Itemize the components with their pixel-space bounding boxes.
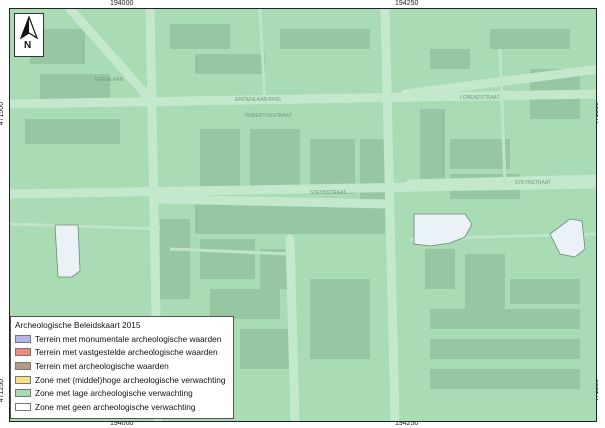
legend-label: Terrein met vastgestelde archeologische … bbox=[35, 347, 218, 358]
legend-items: Terrein met monumentale archeologische w… bbox=[15, 332, 229, 414]
legend-swatch bbox=[15, 375, 31, 384]
x-tick-top-1: 194000 bbox=[110, 0, 134, 7]
street-label-6: STEYNSTRAAT bbox=[515, 180, 551, 186]
legend-swatch bbox=[15, 402, 31, 411]
legend-item: Zone met lage archeologische verwachting bbox=[15, 386, 229, 400]
legend: Archeologische Beleidskaart 2015 Terrein… bbox=[10, 316, 234, 419]
legend-label: Terrein met archeologische waarden bbox=[35, 360, 169, 371]
street-label-3: EIKENLAAN bbox=[95, 77, 123, 83]
legend-label: Zone met lage archeologische verwachting bbox=[35, 388, 193, 399]
north-arrow: N bbox=[14, 13, 44, 57]
legend-swatch bbox=[15, 334, 31, 343]
street-label-1: ERIDENLAAN RING bbox=[235, 97, 281, 103]
street-label-4: LORENZSTRAAT bbox=[460, 95, 500, 101]
street-label-5: STEYNSTRAAT bbox=[310, 190, 346, 196]
map-frame: 194000 194250 194000 194250 471500 47125… bbox=[0, 0, 605, 428]
legend-item: Zone met (middel)hoge archeologische ver… bbox=[15, 373, 229, 387]
legend-label: Zone met geen archeologische verwachting bbox=[35, 401, 196, 412]
legend-swatch bbox=[15, 348, 31, 357]
legend-swatch bbox=[15, 389, 31, 398]
north-label: N bbox=[24, 40, 32, 51]
legend-label: Zone met (middel)hoge archeologische ver… bbox=[35, 374, 226, 385]
legend-item: Terrein met archeologische waarden bbox=[15, 359, 229, 373]
legend-item: Terrein met vastgestelde archeologische … bbox=[15, 346, 229, 360]
legend-title: Archeologische Beleidskaart 2015 bbox=[15, 320, 141, 330]
legend-item: Terrein met monumentale archeologische w… bbox=[15, 332, 229, 346]
street-label-2: HUBERTUSSTRAAT bbox=[245, 113, 292, 119]
legend-label: Terrein met monumentale archeologische w… bbox=[35, 333, 222, 344]
y-tick-left-1: 471500 bbox=[0, 101, 6, 126]
x-tick-top-2: 194250 bbox=[395, 0, 419, 7]
legend-swatch bbox=[15, 361, 31, 370]
y-tick-left-2: 471250 bbox=[0, 378, 6, 403]
legend-item: Zone met geen archeologische verwachting bbox=[15, 400, 229, 414]
